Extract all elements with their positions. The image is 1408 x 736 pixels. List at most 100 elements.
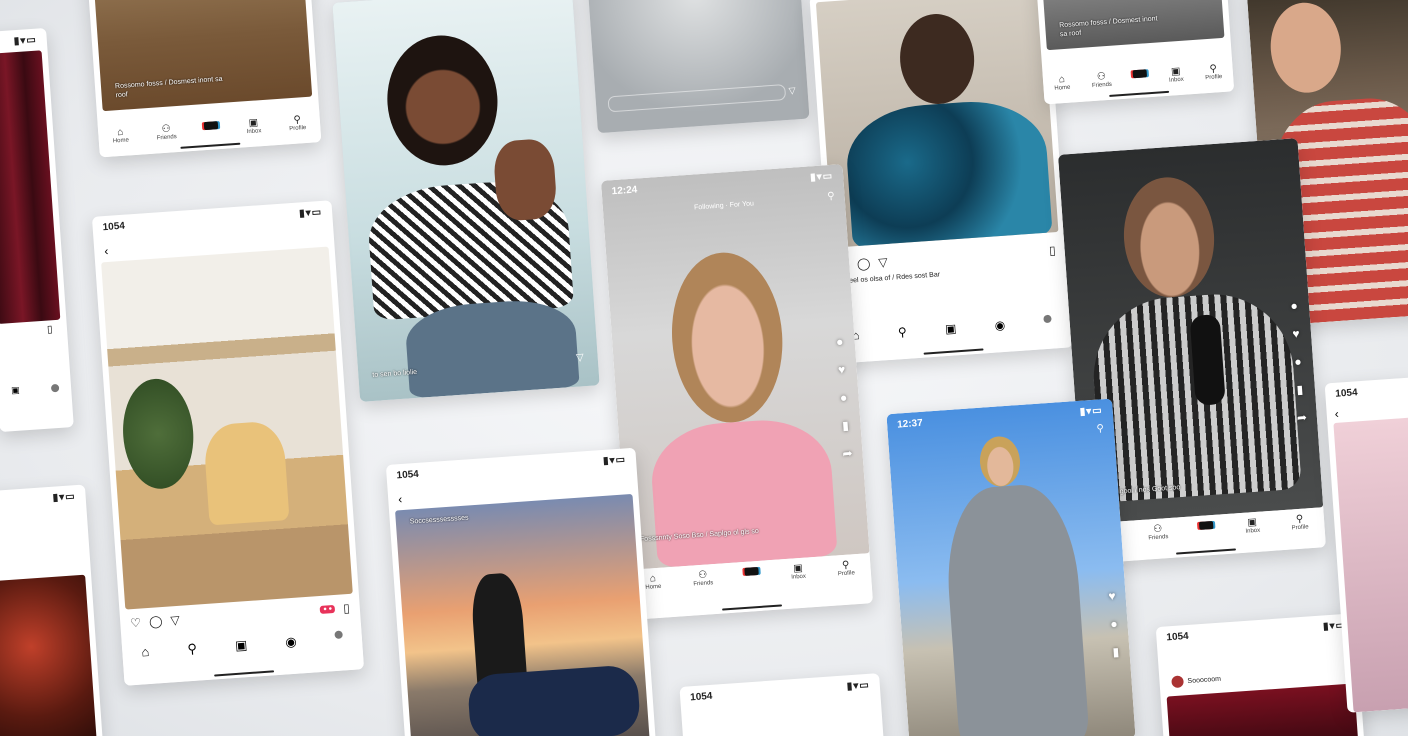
bottom-nav: ⌂Home ⚇Friends ▣Inbox ⚲Profile <box>1042 57 1235 105</box>
video-curtain[interactable] <box>0 50 61 324</box>
heart-icon[interactable]: ♥ <box>838 362 846 376</box>
create-icon[interactable]: ▣ <box>234 637 247 654</box>
profile-icon[interactable] <box>50 383 60 393</box>
share-icon[interactable]: ▽ <box>170 613 180 628</box>
person-head <box>666 248 788 427</box>
nav-friends[interactable]: ⚇ Friends <box>1091 71 1112 89</box>
video-edge[interactable] <box>1333 417 1408 713</box>
nav-create[interactable] <box>1199 520 1214 530</box>
share-icon[interactable]: ➦ <box>1296 410 1307 425</box>
person-body <box>941 481 1090 736</box>
person-head <box>897 11 978 107</box>
microphone <box>1189 313 1226 406</box>
heart-icon[interactable]: ♡ <box>130 616 142 631</box>
shop-icon[interactable]: ◉ <box>994 318 1005 333</box>
bookmark-icon[interactable]: ▮ <box>1296 382 1304 396</box>
nav-inbox[interactable]: ▣ Inbox <box>1245 517 1260 535</box>
person-head <box>978 435 1022 488</box>
nav-profile[interactable]: ⚲ Profile <box>1291 514 1309 532</box>
share-icon[interactable]: ▽ <box>576 352 584 364</box>
share-icon[interactable]: ▽ <box>878 255 888 270</box>
side-actions: ♥ ● ▮ <box>1108 589 1120 659</box>
search-icon[interactable]: ⚲ <box>827 191 835 202</box>
video-moto[interactable]: Soccsesssesssses <box>395 493 651 736</box>
nav-inbox[interactable]: ▣ Inbox <box>246 117 262 135</box>
home-indicator <box>1176 548 1237 555</box>
create-icon <box>1132 69 1148 79</box>
nav-friends[interactable]: ⚇ Friends <box>692 569 713 588</box>
nav-create[interactable] <box>744 566 759 576</box>
nav-friends[interactable]: ⚇ Friends <box>156 123 177 141</box>
bookmark-icon[interactable]: ▯ <box>47 324 53 335</box>
signal-icon: ▮▾▭ <box>602 454 627 467</box>
nav-profile[interactable]: ⚲ Profile <box>288 114 306 132</box>
comment-icon[interactable]: ● <box>1294 354 1302 368</box>
avatar[interactable] <box>1171 675 1184 689</box>
search-icon[interactable]: ⚲ <box>187 641 198 658</box>
home-icon: ⌂ <box>1058 74 1066 86</box>
signal-icon: ▮▾▭ <box>13 34 38 48</box>
create-icon[interactable]: ▣ <box>945 321 957 336</box>
friends-icon: ⚇ <box>161 123 172 136</box>
video-boy[interactable]: 12:37 ▮▾▭ ⚲ ♥ ● ▮ <box>886 398 1136 736</box>
nav-inbox[interactable]: ▣ Inbox <box>790 563 806 581</box>
bottom-nav: ⌂ ⚲ ▣ ◉ <box>121 623 365 686</box>
phone-card-curly: to sen bo liolie ▽ <box>332 0 600 402</box>
plant <box>119 376 197 492</box>
video-food[interactable] <box>0 574 97 736</box>
heart-icon[interactable]: ♥ <box>1292 326 1300 340</box>
comment-icon[interactable]: ● <box>1110 617 1118 631</box>
video-bowl[interactable] <box>586 0 810 134</box>
friends-icon: ⚇ <box>697 569 708 582</box>
status-bar: 1054 <box>1334 387 1358 400</box>
person-body <box>843 96 1053 248</box>
video-topright[interactable]: Rossomo fosss / Dosmest inont sa roof <box>1042 0 1225 51</box>
comment-icon[interactable]: ● <box>840 390 848 404</box>
nav-profile[interactable]: ⚲ Profile <box>1204 63 1222 81</box>
inbox-icon[interactable]: ▣ <box>11 385 20 397</box>
bookmark-icon[interactable]: ▯ <box>343 601 351 615</box>
person-body <box>648 415 838 568</box>
comment-icon[interactable]: ◯ <box>856 256 870 271</box>
search-icon[interactable]: ⚲ <box>1096 423 1104 434</box>
signal-icon: ▮▾▭ <box>298 206 323 220</box>
phone-card-topright: Rossomo fosss / Dosmest inont sa roof ⌂ H… <box>1035 0 1235 105</box>
nav-home[interactable]: ⌂Home <box>112 127 129 145</box>
motorcycle <box>466 664 642 736</box>
nav-friends[interactable]: ⚇ Friends <box>1148 524 1168 542</box>
home-icon[interactable]: ⌂ <box>141 644 150 660</box>
nav-inbox[interactable]: ▣ Inbox <box>1168 66 1184 84</box>
nav-create[interactable] <box>1132 69 1148 79</box>
notification-badge[interactable]: ● ● <box>320 604 336 614</box>
phone-card-dance: Rossomo fosss / Dosmest inont sa roof ⌂ H… <box>84 0 322 158</box>
video-hawaii[interactable] <box>815 0 1059 248</box>
nav-profile[interactable]: ⚲ Profile <box>837 560 855 578</box>
avatar[interactable]: ● <box>836 334 844 348</box>
heart-icon[interactable]: ♥ <box>1108 589 1116 603</box>
video-bottom-right[interactable] <box>1166 683 1359 736</box>
collage-stage: ▮▾▭ ▯ ▣ Rossomo fosss / Dosmest inont sa… <box>0 0 1408 736</box>
back-icon[interactable]: ‹ <box>1334 407 1339 421</box>
back-icon[interactable]: ‹ <box>104 244 109 258</box>
share-icon[interactable]: ➦ <box>842 446 853 461</box>
nav-home[interactable]: ⌂Home <box>645 573 661 591</box>
share-icon[interactable]: ▽ <box>788 85 796 96</box>
nav-home[interactable]: ⌂Home <box>1054 74 1070 92</box>
profile-icon[interactable] <box>1043 314 1052 324</box>
feed-tabs[interactable]: Following · For You <box>603 194 845 218</box>
shop-icon[interactable]: ◉ <box>285 634 297 651</box>
profile-icon[interactable] <box>334 630 343 640</box>
bookmark-icon[interactable]: ▮ <box>842 418 850 432</box>
back-icon[interactable]: ‹ <box>398 492 403 506</box>
video-living[interactable] <box>101 246 353 610</box>
comment-icon[interactable]: ◯ <box>149 614 163 629</box>
nav-create[interactable] <box>203 121 219 131</box>
bookmark-icon[interactable]: ▮ <box>1112 645 1120 659</box>
bookmark-icon[interactable]: ▯ <box>1049 243 1057 257</box>
search-icon[interactable]: ⚲ <box>897 325 907 340</box>
avatar[interactable]: ● <box>1290 299 1298 313</box>
video-caption: Rossomo fosss / Dosmest inont sa roof <box>114 75 223 100</box>
video-curly[interactable]: to sen bo liolie ▽ <box>332 0 600 402</box>
video-blonde[interactable]: 12:24 ▮▾▭ Following · For You ⚲ ● ♥ ● ▮ ➦… <box>600 164 870 571</box>
video-dance[interactable]: Rossomo fosss / Dosmest inont sa roof <box>91 0 313 112</box>
